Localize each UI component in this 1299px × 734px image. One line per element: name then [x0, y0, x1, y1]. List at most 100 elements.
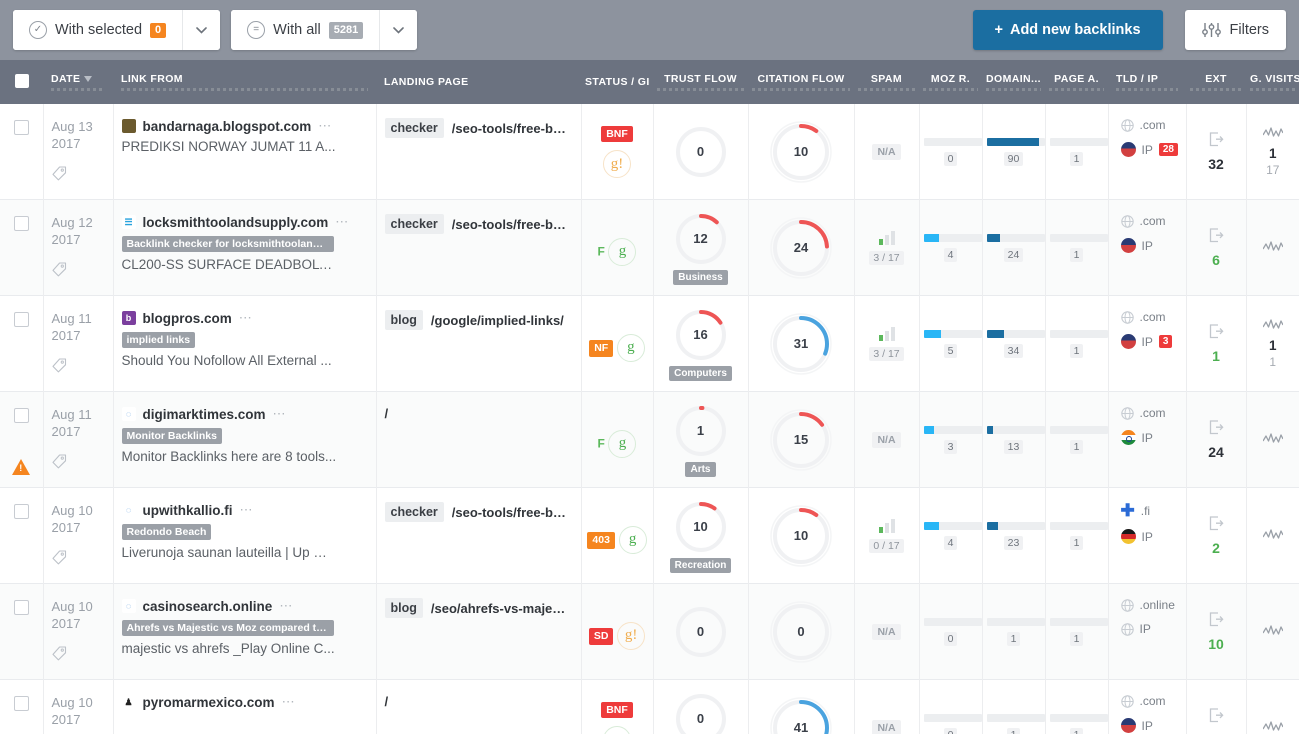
ip-row: IP 3	[1117, 334, 1178, 349]
header-tld-ip[interactable]: TLD / IP	[1108, 60, 1186, 104]
page-authority-cell: 1	[1045, 679, 1109, 734]
external-link-icon-wrap	[1191, 515, 1242, 535]
row-select-cell[interactable]	[0, 583, 44, 680]
tag-icon-wrap[interactable]	[51, 358, 105, 377]
table-row[interactable]: Aug 11 2017 ◌ digimarktimes.com ⋯ Monitor…	[0, 391, 1299, 488]
metric-value: 0	[943, 151, 958, 166]
with-all-button[interactable]: = With all 5281	[231, 10, 380, 50]
landing-page-cell[interactable]: checker/seo-tools/free-bac...	[376, 487, 582, 584]
table-row[interactable]: Aug 10 2017 ♟ pyromarmexico.com ⋯ / BNF g…	[0, 679, 1299, 734]
tag-icon-wrap[interactable]	[51, 646, 105, 665]
header-select-all[interactable]	[0, 60, 43, 104]
header-spam[interactable]: SPAM	[854, 60, 919, 104]
source-domain-link[interactable]: digimarktimes.com	[143, 407, 266, 422]
with-all-label: With all	[273, 22, 321, 38]
landing-page-cell[interactable]: blog/google/implied-links/	[376, 295, 582, 392]
with-selected-button[interactable]: ✓ With selected 0	[13, 10, 183, 50]
tag-icon-wrap[interactable]	[51, 166, 105, 185]
row-select-cell[interactable]	[0, 391, 44, 488]
metric-bar	[1049, 233, 1108, 242]
toolbar: ✓ With selected 0 = With all 5281 + Add …	[0, 0, 1299, 60]
with-selected-dropdown[interactable]	[182, 10, 221, 50]
tag-icon-wrap[interactable]	[51, 550, 105, 569]
add-new-backlinks-button[interactable]: + Add new backlinks	[972, 10, 1163, 50]
header-moz-r[interactable]: MOZ R.	[919, 60, 982, 104]
row-checkbox[interactable]	[13, 216, 29, 231]
header-status-gi[interactable]: STATUS / GI	[581, 60, 653, 104]
header-trust-flow[interactable]: TRUST FLOW	[653, 60, 748, 104]
tag-icon-wrap[interactable]	[51, 262, 105, 281]
row-checkbox[interactable]	[13, 120, 29, 135]
row-select-cell[interactable]	[0, 679, 44, 734]
row-checkbox[interactable]	[13, 696, 29, 711]
sort-underline	[1049, 88, 1104, 91]
landing-page-path: /google/implied-links/	[430, 312, 564, 328]
with-selected-group[interactable]: ✓ With selected 0	[13, 10, 221, 50]
table-row[interactable]: Aug 10 2017 ◌ upwithkallio.fi ⋯ Redondo B…	[0, 487, 1299, 584]
metric-value: 23	[1003, 535, 1024, 550]
source-domain-link[interactable]: locksmithtoolandsupply.com	[143, 215, 329, 230]
row-more-menu[interactable]: ⋯	[239, 310, 253, 326]
filters-button[interactable]: Filters	[1184, 10, 1286, 50]
tag-icon	[51, 550, 66, 565]
country-flag-icon	[1120, 718, 1136, 733]
header-link-from[interactable]: LINK FROM	[113, 60, 376, 104]
backlinks-table-container[interactable]: DATE LINK FROM LANDING PAGE STATUS / GI …	[0, 60, 1299, 734]
header-g-visits[interactable]: G. VISITS	[1246, 60, 1299, 104]
landing-page-cell[interactable]: checker/seo-tools/free-bac...	[376, 104, 582, 200]
row-checkbox[interactable]	[13, 600, 29, 615]
with-all-dropdown[interactable]	[379, 10, 418, 50]
header-citation-flow[interactable]: CITATION FLOW	[748, 60, 854, 104]
header-page-a[interactable]: PAGE A.	[1045, 60, 1108, 104]
landing-page-cell[interactable]: checker/seo-tools/free-bac...	[376, 199, 582, 296]
table-row[interactable]: Aug 11 2017 b blogpros.com ⋯ implied link…	[0, 295, 1299, 392]
status-badge: BNF	[601, 701, 633, 719]
row-more-menu[interactable]: ⋯	[279, 598, 293, 614]
header-domain-a[interactable]: DOMAIN...	[982, 60, 1045, 104]
select-all-checkbox[interactable]	[14, 73, 29, 88]
header-ext[interactable]: EXT	[1186, 60, 1246, 104]
header-date[interactable]: DATE	[43, 60, 113, 104]
landing-page-cell[interactable]: /	[376, 679, 582, 734]
landing-page-cell[interactable]: blog/seo/ahrefs-vs-majesti...	[376, 583, 582, 680]
row-select-cell[interactable]	[0, 104, 44, 200]
landing-page-cell[interactable]: /	[376, 391, 582, 488]
row-checkbox[interactable]	[13, 312, 29, 327]
tld-value: .com	[1139, 310, 1166, 324]
table-row[interactable]: Aug 13 2017 bandarnaga.blogspot.com ⋯ PR…	[0, 104, 1299, 200]
row-select-cell[interactable]	[0, 295, 44, 392]
header-status-gi-label: STATUS / GI	[585, 76, 650, 88]
row-checkbox[interactable]	[13, 504, 29, 519]
landing-page-tag: blog	[384, 310, 423, 330]
row-more-menu[interactable]: ⋯	[335, 214, 349, 230]
spam-bar	[884, 330, 889, 341]
with-all-group[interactable]: = With all 5281	[231, 10, 418, 50]
sparkline-wrap	[1251, 624, 1296, 639]
category-pill: Business	[673, 269, 728, 285]
row-more-menu[interactable]: ⋯	[282, 694, 296, 710]
table-row[interactable]: Aug 12 2017 ☰ locksmithtoolandsupply.com …	[0, 199, 1299, 296]
moz-rank-cell: 0	[919, 583, 983, 680]
tld-value: .com	[1139, 406, 1166, 420]
row-select-cell[interactable]	[0, 487, 44, 584]
spam-cell: N/A	[854, 583, 920, 680]
table-row[interactable]: Aug 10 2017 ◌ casinosearch.online ⋯ Ahref…	[0, 583, 1299, 680]
tag-icon-wrap[interactable]	[51, 454, 105, 473]
source-domain-link[interactable]: upwithkallio.fi	[143, 503, 233, 518]
row-more-menu[interactable]: ⋯	[273, 406, 287, 422]
row-select-cell[interactable]	[0, 199, 44, 296]
tld-ip-cell: .com IP	[1108, 679, 1187, 734]
source-domain-link[interactable]: bandarnaga.blogspot.com	[143, 119, 312, 134]
header-landing-page[interactable]: LANDING PAGE	[376, 60, 581, 104]
landing-page-path: /seo-tools/free-bac...	[451, 120, 573, 136]
tld-row: ✚ .fi	[1117, 502, 1178, 519]
metric-value: 1	[1006, 631, 1021, 646]
row-more-menu[interactable]: ⋯	[240, 502, 254, 518]
row-more-menu[interactable]: ⋯	[318, 118, 332, 134]
source-domain-link[interactable]: casinosearch.online	[143, 599, 273, 614]
source-domain-link[interactable]: pyromarmexico.com	[143, 695, 275, 710]
source-domain-link[interactable]: blogpros.com	[143, 311, 232, 326]
external-links-count: 2	[1212, 539, 1220, 556]
google-visits-cell	[1246, 680, 1299, 734]
row-checkbox[interactable]	[13, 408, 29, 423]
